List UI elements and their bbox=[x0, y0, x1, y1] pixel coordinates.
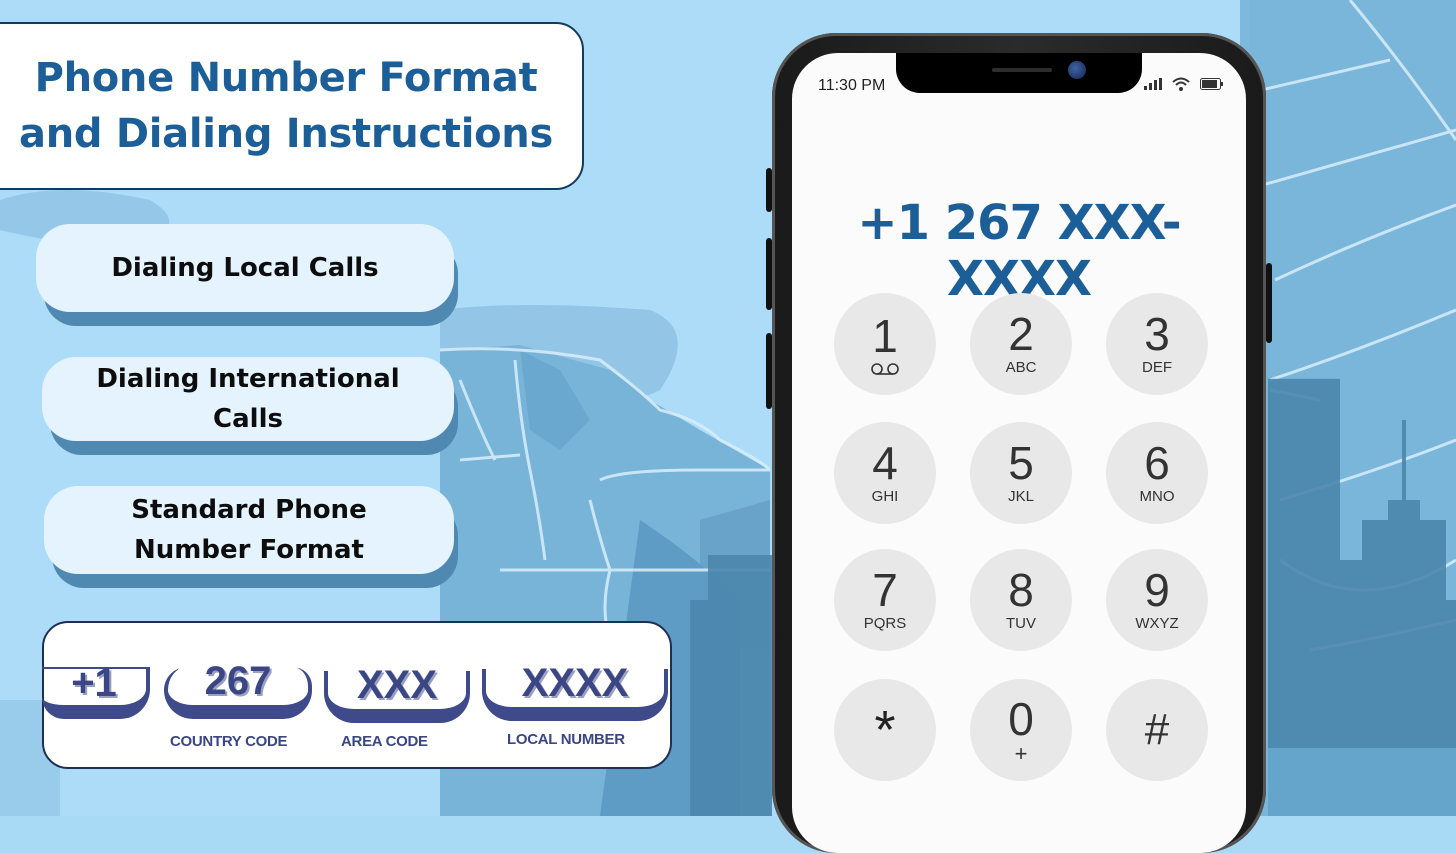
button-label-line-1: Standard Phone bbox=[131, 495, 367, 525]
format-segment-country-code: 267 bbox=[164, 659, 312, 719]
key-letters: GHI bbox=[871, 488, 899, 505]
wifi-icon bbox=[1172, 77, 1190, 91]
key-digit: 4 bbox=[872, 437, 898, 489]
key-9[interactable]: 9 WXYZ bbox=[1106, 549, 1208, 651]
format-segment-area-code: XXX bbox=[324, 663, 470, 723]
key-4[interactable]: 4 GHI bbox=[834, 422, 936, 524]
signal-icon bbox=[1144, 78, 1162, 90]
button-label-line-1: Dialing International bbox=[96, 364, 400, 394]
key-digit: 1 bbox=[872, 310, 898, 362]
key-2[interactable]: 2 ABC bbox=[970, 293, 1072, 395]
key-1[interactable]: 1 bbox=[834, 293, 936, 395]
key-digit: 0 bbox=[1008, 693, 1034, 745]
key-letters: DEF bbox=[1142, 359, 1172, 376]
key-digit: 6 bbox=[1144, 437, 1170, 489]
volume-up-button bbox=[766, 238, 772, 310]
format-segment-plus1: +1 bbox=[42, 661, 150, 719]
notch bbox=[896, 53, 1142, 93]
key-letters: + bbox=[1014, 741, 1028, 766]
key-digit: 2 bbox=[1008, 308, 1034, 360]
title-line-2: and Dialing Instructions bbox=[19, 111, 553, 157]
dialing-local-calls-button[interactable]: Dialing Local Calls bbox=[36, 224, 454, 312]
key-digit: 5 bbox=[1008, 437, 1034, 489]
segment-value: +1 bbox=[71, 661, 117, 705]
number-format-card: +1 267 COUNTRY CODE XXX AREA CODE XXXX L… bbox=[42, 621, 672, 769]
voicemail-icon bbox=[871, 363, 899, 375]
segment-value: XXX bbox=[356, 663, 438, 707]
button-label-line-2: Calls bbox=[213, 404, 283, 434]
key-digit: 3 bbox=[1144, 308, 1170, 360]
key-3[interactable]: 3 DEF bbox=[1106, 293, 1208, 395]
key-letters: PQRS bbox=[863, 615, 907, 632]
title-card: Phone Number Format and Dialing Instruct… bbox=[0, 22, 584, 190]
key-8[interactable]: 8 TUV bbox=[970, 549, 1072, 651]
battery-icon bbox=[1200, 78, 1223, 90]
key-letters: WXYZ bbox=[1135, 615, 1179, 632]
key-letters: MNO bbox=[1139, 488, 1175, 505]
camera-icon bbox=[1068, 61, 1086, 79]
page-title: Phone Number Format and Dialing Instruct… bbox=[19, 50, 553, 162]
local-number-label: LOCAL NUMBER bbox=[507, 731, 625, 748]
format-segment-local-number: XXXX bbox=[482, 661, 668, 721]
key-digit: # bbox=[1144, 705, 1170, 754]
button-label: Dialing Local Calls bbox=[111, 253, 379, 283]
dialing-international-calls-button[interactable]: Dialing International Calls bbox=[42, 357, 454, 441]
key-5[interactable]: 5 JKL bbox=[970, 422, 1072, 524]
key-digit: * bbox=[874, 700, 896, 760]
key-0[interactable]: 0 + bbox=[970, 679, 1072, 781]
key-letters: ABC bbox=[1005, 359, 1037, 376]
key-digit: 9 bbox=[1144, 564, 1170, 616]
title-line-1: Phone Number Format bbox=[34, 55, 538, 101]
status-icons bbox=[1144, 77, 1224, 91]
key-letters: JKL bbox=[1008, 488, 1034, 505]
smartphone: 11:30 PM +1 267 XXX-XXXX 1 2 ABC 3 DEF 4… bbox=[766, 33, 1272, 853]
volume-down-button bbox=[766, 333, 772, 409]
speaker bbox=[992, 68, 1052, 72]
phone-screen: 11:30 PM +1 267 XXX-XXXX 1 2 ABC 3 DEF 4… bbox=[792, 53, 1246, 853]
key-6[interactable]: 6 MNO bbox=[1106, 422, 1208, 524]
key-7[interactable]: 7 PQRS bbox=[834, 549, 936, 651]
area-code-label: AREA CODE bbox=[341, 733, 428, 750]
status-time: 11:30 PM bbox=[818, 77, 886, 94]
segment-value: XXXX bbox=[521, 661, 629, 705]
segment-value: 267 bbox=[204, 659, 272, 703]
key-star[interactable]: * bbox=[834, 679, 936, 781]
button-label-line-2: Number Format bbox=[134, 535, 364, 565]
key-hash[interactable]: # bbox=[1106, 679, 1208, 781]
dialed-number-display: +1 267 XXX-XXXX bbox=[857, 195, 1181, 307]
key-digit: 7 bbox=[872, 564, 898, 616]
power-button bbox=[1266, 263, 1272, 343]
mute-switch bbox=[766, 168, 772, 212]
country-code-label: COUNTRY CODE bbox=[170, 733, 288, 750]
standard-phone-number-format-button[interactable]: Standard Phone Number Format bbox=[44, 486, 454, 574]
key-digit: 8 bbox=[1008, 564, 1034, 616]
key-letters: TUV bbox=[1006, 615, 1036, 632]
